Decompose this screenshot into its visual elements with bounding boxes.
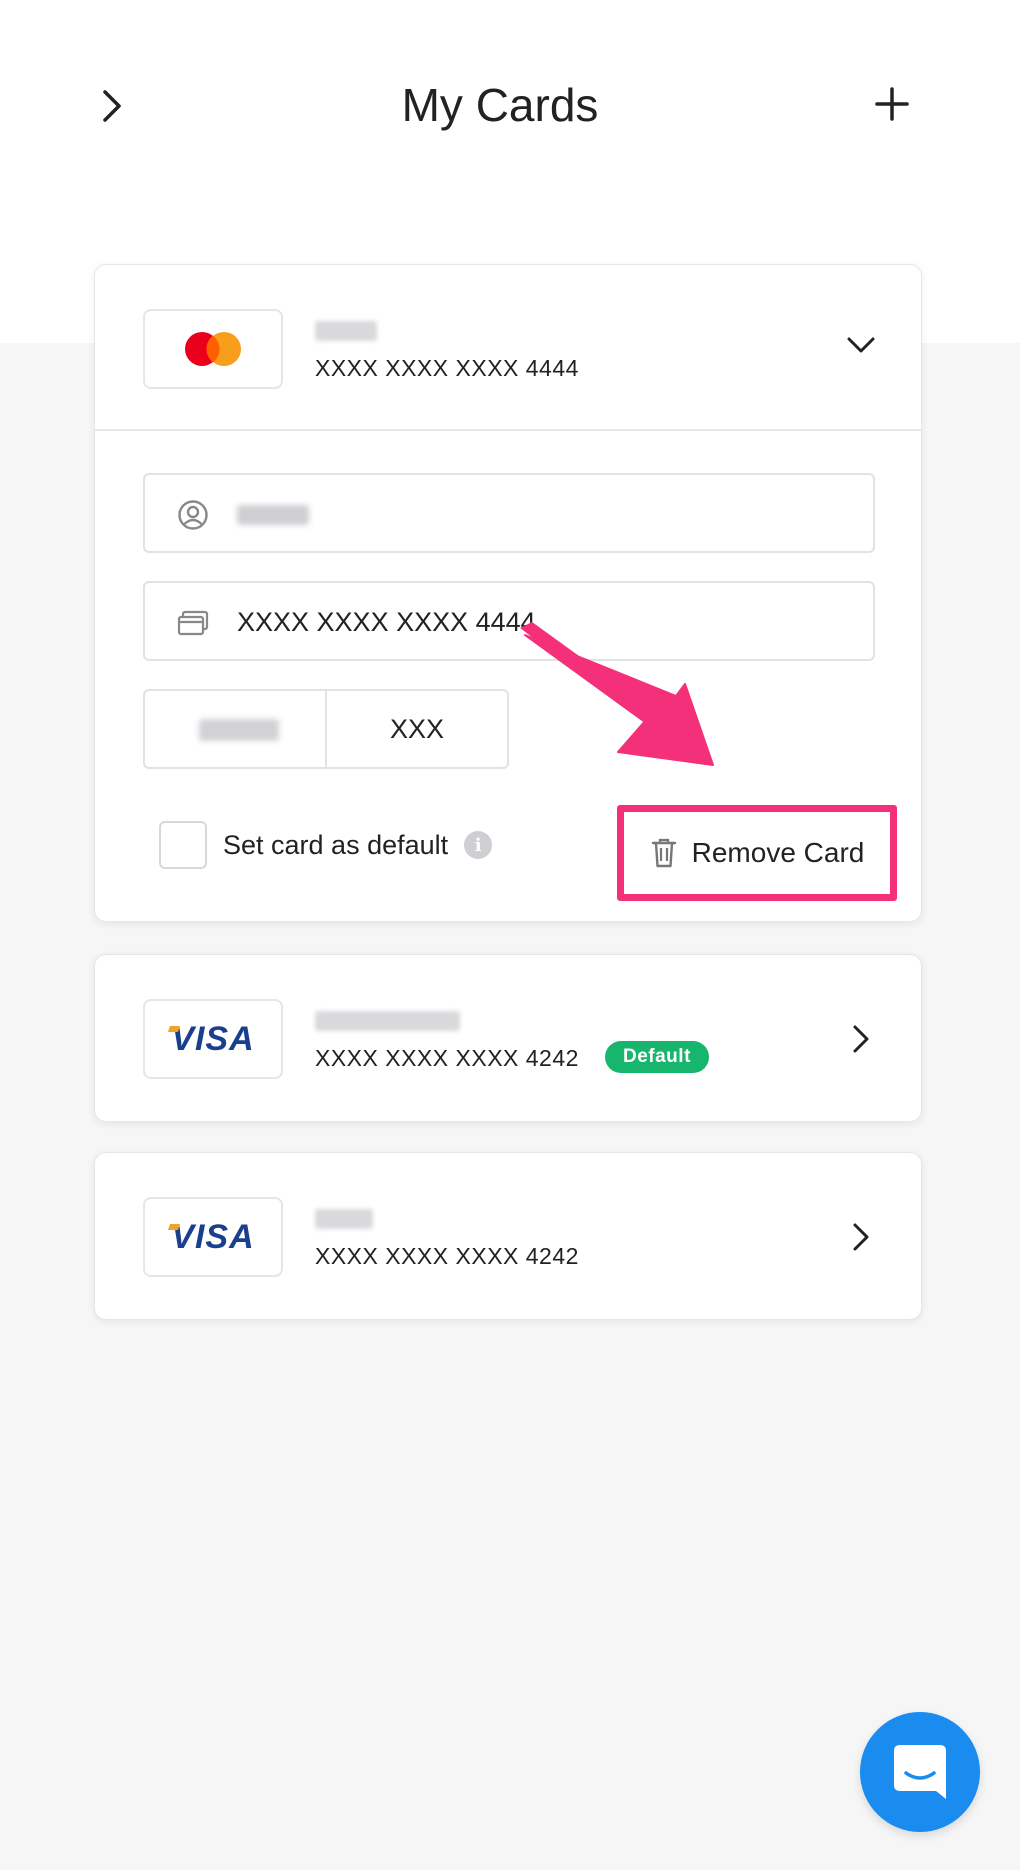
- mastercard-icon: [185, 332, 241, 366]
- card-name-redacted: [315, 321, 377, 341]
- card-header-visa[interactable]: VISA XXXX XXXX XXXX 4242: [95, 1153, 921, 1319]
- set-default-label: Set card as default: [223, 829, 449, 860]
- default-row: Set card as default i: [159, 821, 493, 869]
- visa-logo: VISA: [143, 999, 283, 1079]
- trash-icon: [650, 836, 678, 870]
- chevron-right-icon: [853, 1223, 869, 1251]
- card-header-visa-default[interactable]: VISA XXXX XXXX XXXX 4242 Default: [95, 955, 921, 1121]
- card-header-mastercard[interactable]: XXXX XXXX XXXX 4444: [95, 265, 921, 431]
- card-number: XXXX XXXX XXXX 4242: [315, 1243, 579, 1269]
- expand-toggle[interactable]: [841, 1217, 881, 1257]
- mastercard-logo: [143, 309, 283, 389]
- set-default-checkbox[interactable]: [159, 821, 207, 869]
- card-visa: VISA XXXX XXXX XXXX 4242: [94, 1152, 922, 1320]
- visa-logo: VISA: [143, 1197, 283, 1277]
- card-number: XXXX XXXX XXXX 4242: [315, 1045, 579, 1071]
- remove-card-label: Remove Card: [691, 837, 865, 868]
- cardholder-name-redacted: [237, 505, 309, 525]
- cvc-field[interactable]: XXX: [327, 691, 507, 767]
- card-name-redacted: [315, 1011, 460, 1031]
- expiry-redacted: [199, 719, 279, 741]
- chat-button[interactable]: [860, 1712, 980, 1832]
- plus-icon: [875, 87, 909, 121]
- card-mastercard: XXXX XXXX XXXX 4444 XXXX XXXX XXXX 4444: [94, 264, 922, 922]
- default-badge: Default: [605, 1041, 709, 1073]
- add-card-button[interactable]: [870, 80, 914, 128]
- chevron-down-icon: [847, 337, 875, 353]
- cardholder-name-field[interactable]: [143, 473, 875, 553]
- card-name-redacted: [315, 1209, 373, 1229]
- expand-toggle[interactable]: [841, 1019, 881, 1059]
- expiry-cvc-group: XXX: [143, 689, 509, 769]
- expiry-field[interactable]: [145, 691, 327, 767]
- page-title: My Cards: [401, 79, 599, 131]
- header: My Cards: [0, 0, 1020, 210]
- chat-bubble-icon: [894, 1745, 946, 1799]
- card-visa-default: VISA XXXX XXXX XXXX 4242 Default: [94, 954, 922, 1122]
- visa-brand-label: VISA: [171, 1217, 255, 1256]
- collapse-toggle[interactable]: [841, 325, 881, 365]
- user-circle-icon: [177, 499, 209, 531]
- visa-brand-label: VISA: [171, 1019, 255, 1058]
- info-icon[interactable]: i: [464, 831, 493, 859]
- card-number-field[interactable]: XXXX XXXX XXXX 4444: [143, 581, 875, 661]
- card-number: XXXX XXXX XXXX 4444: [315, 355, 579, 381]
- card-number-value: XXXX XXXX XXXX 4444: [237, 607, 536, 637]
- chevron-right-icon: [853, 1025, 869, 1053]
- credit-card-icon: [177, 607, 209, 639]
- remove-card-button[interactable]: Remove Card: [617, 805, 897, 901]
